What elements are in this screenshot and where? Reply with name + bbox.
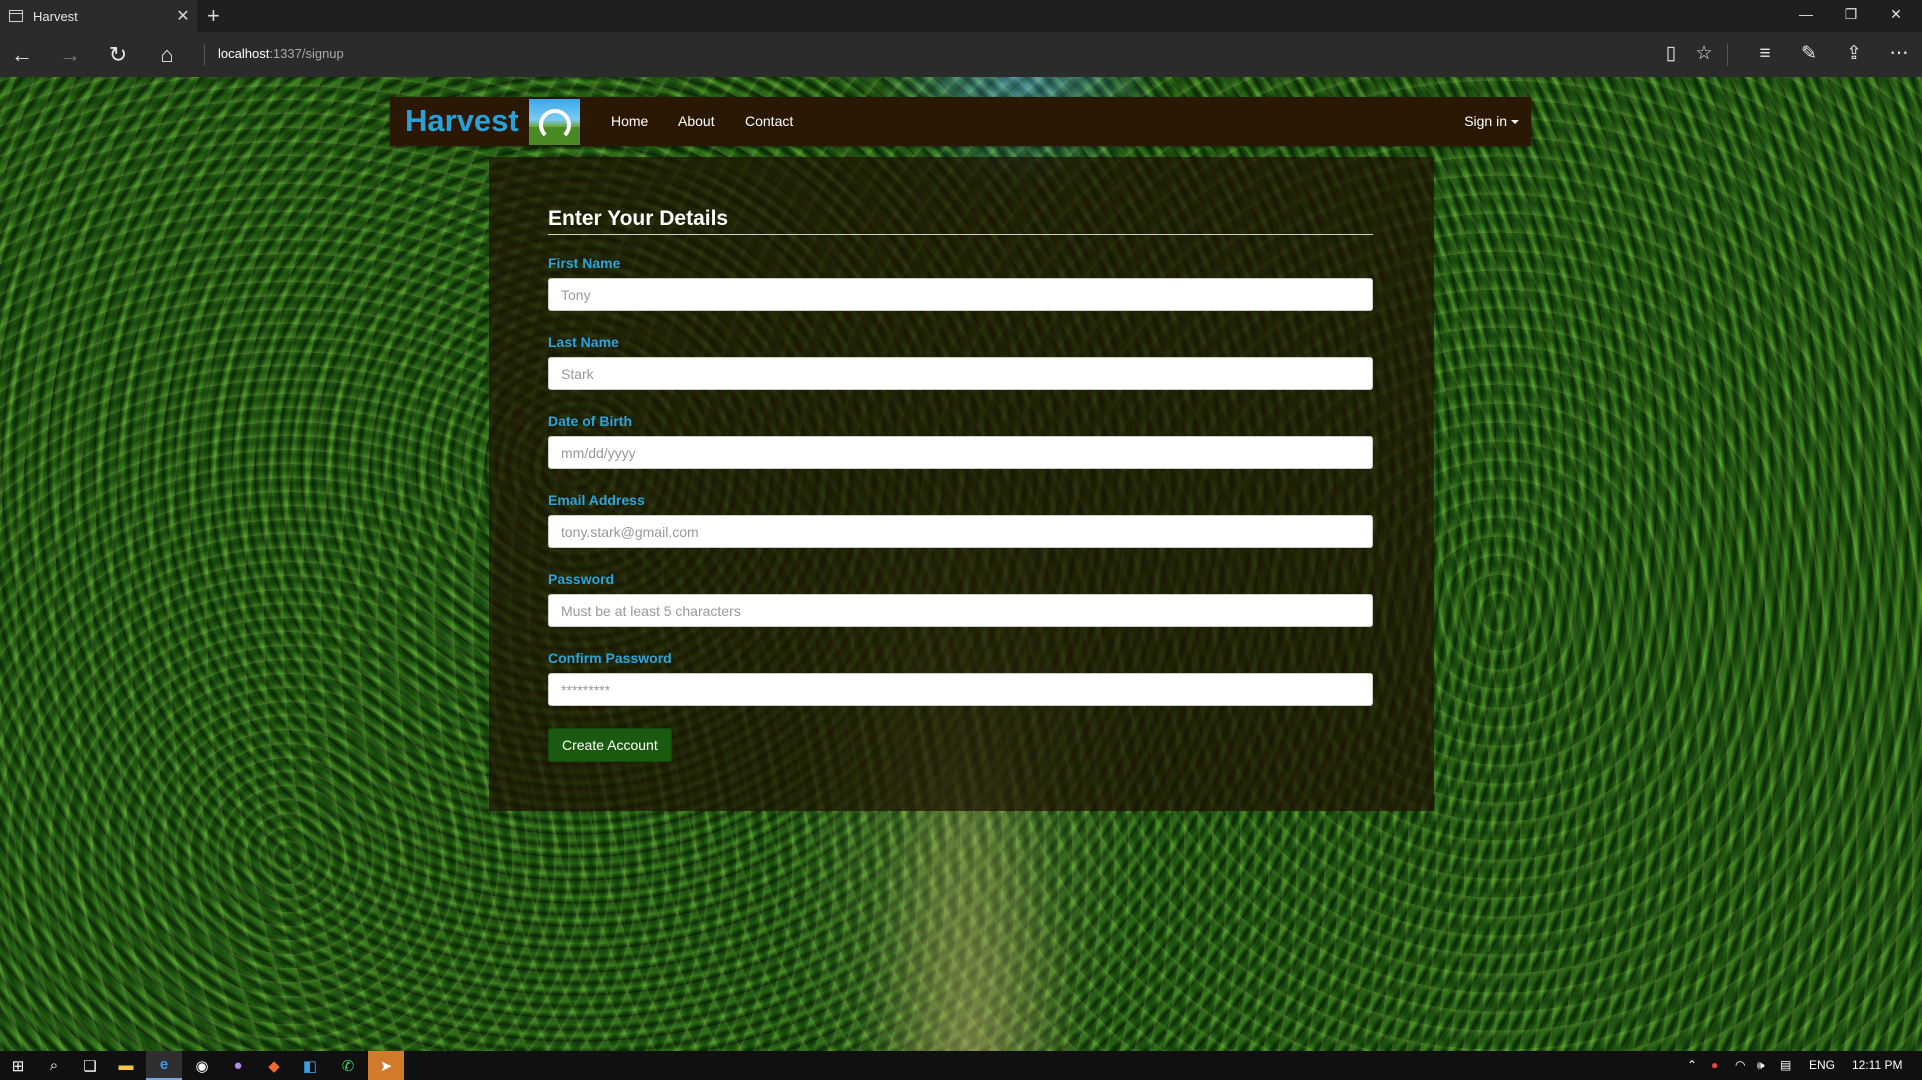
browser-tabbar: Harvest ✕ + — ❐ ✕: [0, 0, 1922, 32]
brand-link[interactable]: Harvest: [405, 103, 519, 139]
sign-in-label: Sign in: [1464, 113, 1507, 129]
url-path: :1337/signup: [269, 46, 344, 61]
hub-icon[interactable]: ≡: [1752, 41, 1778, 67]
show-hidden-icons-icon[interactable]: ⌃: [1687, 1058, 1697, 1072]
search-icon[interactable]: ⌕: [36, 1051, 72, 1080]
harvest-logo[interactable]: [529, 99, 580, 145]
signup-form-panel: Enter Your Details First Name Last Name …: [489, 157, 1434, 811]
telegram-icon[interactable]: ➤: [368, 1051, 404, 1080]
email-input[interactable]: [548, 515, 1373, 548]
password-input[interactable]: [548, 594, 1373, 627]
clock[interactable]: 12:11 PM: [1852, 1058, 1902, 1072]
reading-view-icon[interactable]: ▯: [1658, 41, 1684, 67]
logo-sun: [539, 109, 571, 141]
last-name-label: Last Name: [548, 334, 619, 350]
address-bar[interactable]: localhost:1337/signup: [218, 46, 344, 61]
form-title: Enter Your Details: [548, 207, 729, 230]
date-of-birth-input[interactable]: [548, 436, 1373, 469]
share-icon[interactable]: ⇪: [1841, 41, 1867, 67]
home-icon[interactable]: ⌂: [154, 42, 180, 68]
app-icon[interactable]: ◆: [256, 1051, 292, 1080]
chrome-tray-icon[interactable]: ●: [1711, 1058, 1718, 1072]
restore-icon[interactable]: ❐: [1841, 6, 1861, 23]
caret-down-icon: [1511, 120, 1519, 125]
close-tab-icon[interactable]: ✕: [169, 6, 197, 26]
visual-studio-icon[interactable]: ◧: [292, 1051, 328, 1080]
last-name-input[interactable]: [548, 357, 1373, 390]
more-icon[interactable]: ⋯: [1886, 41, 1912, 67]
action-center-icon[interactable]: ▤: [1780, 1058, 1791, 1072]
edge-browser-icon[interactable]: e: [146, 1051, 182, 1080]
confirm-password-label: Confirm Password: [548, 650, 672, 666]
divider: [204, 44, 205, 66]
close-window-icon[interactable]: ✕: [1886, 6, 1906, 23]
task-view-icon[interactable]: ❏: [72, 1051, 108, 1080]
file-explorer-icon[interactable]: ▬: [108, 1051, 144, 1080]
web-note-icon[interactable]: ✎: [1796, 41, 1822, 67]
email-label: Email Address: [548, 492, 645, 508]
nav-contact-link[interactable]: Contact: [745, 113, 793, 129]
nav-home-link[interactable]: Home: [611, 113, 648, 129]
url-host: localhost: [218, 46, 270, 61]
browser-toolbar: ← → ↻ ⌂ localhost:1337/signup ▯ ☆ ≡ ✎ ⇪ …: [0, 32, 1922, 77]
first-name-label: First Name: [548, 255, 621, 271]
page-background: Harvest Home About Contact Sign in Enter…: [0, 77, 1922, 1051]
divider: [548, 234, 1373, 235]
minimize-icon[interactable]: —: [1796, 6, 1816, 22]
password-label: Password: [548, 571, 615, 587]
sign-in-dropdown[interactable]: Sign in: [1464, 113, 1519, 129]
tab-title: Harvest: [33, 8, 78, 24]
new-tab-icon[interactable]: +: [207, 3, 220, 29]
whatsapp-icon[interactable]: ✆: [330, 1051, 366, 1080]
network-icon[interactable]: ◠: [1735, 1058, 1745, 1072]
language-indicator[interactable]: ENG: [1809, 1058, 1835, 1072]
forward-icon[interactable]: →: [57, 42, 83, 68]
first-name-input[interactable]: [548, 278, 1373, 311]
date-of-birth-label: Date of Birth: [548, 413, 632, 429]
app-icon[interactable]: ●: [220, 1051, 256, 1080]
volume-icon[interactable]: 🕪: [1757, 1058, 1765, 1073]
favorite-star-icon[interactable]: ☆: [1691, 41, 1717, 67]
page-icon: [9, 10, 23, 22]
windows-taskbar: ⊞ ⌕ ❏ ▬ e ◉ ● ◆ ◧ ✆ ➤ ⌃ ● ◠ 🕪 ▤ ENG 12:1…: [0, 1051, 1922, 1080]
steam-icon[interactable]: ◉: [184, 1051, 220, 1080]
windows-start-icon[interactable]: ⊞: [0, 1051, 36, 1080]
divider: [1727, 44, 1728, 66]
back-icon[interactable]: ←: [9, 42, 35, 68]
create-account-button[interactable]: Create Account: [548, 728, 672, 762]
refresh-icon[interactable]: ↻: [105, 42, 131, 68]
nav-about-link[interactable]: About: [678, 113, 715, 129]
site-navbar: Harvest Home About Contact Sign in: [390, 97, 1531, 146]
browser-tab[interactable]: Harvest ✕: [0, 0, 197, 32]
confirm-password-input[interactable]: [548, 673, 1373, 706]
